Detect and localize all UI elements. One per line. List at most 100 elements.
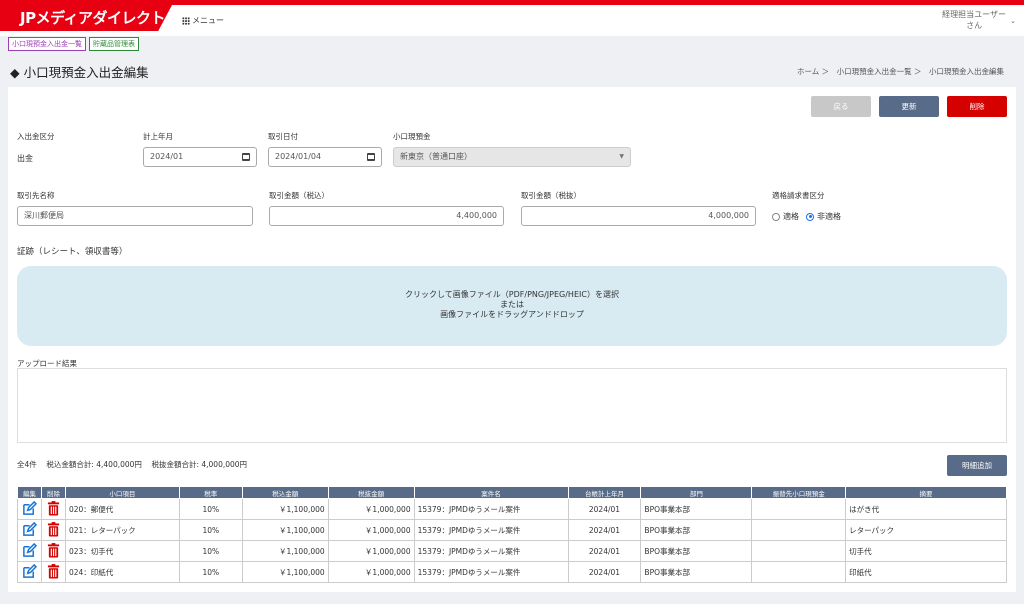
tab-stock-table[interactable]: 貯蔵品管理表 [89, 37, 139, 51]
keijo-label: 計上年月 [143, 132, 173, 141]
cell-transfer [751, 498, 847, 520]
torihikibi-value: 2024/01/04 [275, 152, 322, 161]
update-button[interactable]: 更新 [879, 96, 939, 117]
zeikomi-label: 取引金額（税込） [269, 191, 329, 200]
add-detail-button[interactable]: 明細追加 [947, 455, 1007, 476]
edit-button[interactable] [17, 498, 42, 520]
trash-icon[interactable] [47, 563, 60, 581]
radio-tekikaku-label: 適格 [783, 212, 799, 221]
page-title: ◆ 小口現預金入出金編集 [10, 65, 149, 80]
cell-memo: レターパック [845, 519, 1007, 541]
kubun-label: 入出金区分 [17, 132, 55, 141]
app-logo[interactable]: JPメディアダイレクト [0, 5, 172, 31]
edit-icon[interactable] [22, 500, 38, 518]
cell-rate: 10% [178, 561, 243, 583]
cell-project: 15379：JPMDゆうメール案件 [413, 519, 569, 541]
dropzone-line1: クリックして画像ファイル（PDF/PNG/JPEG/HEIC）を選択 [405, 290, 619, 299]
cell-zeinuki: ￥1,000,000 [327, 498, 415, 520]
user-name: 経理担当ユーザー [942, 10, 1006, 19]
cell-project: 15379：JPMDゆうメール案件 [413, 561, 569, 583]
grid-icon [182, 16, 190, 25]
tab-koguchi-list[interactable]: 小口現預金入出金一覧 [8, 37, 86, 51]
radio-hitekikaku[interactable]: 非適格 [806, 211, 841, 222]
cell-dept: BPO事業本部 [640, 519, 753, 541]
back-button[interactable]: 戻る [811, 96, 871, 117]
calendar-icon[interactable] [367, 153, 375, 161]
edit-button[interactable] [17, 540, 42, 562]
edit-icon[interactable] [22, 521, 38, 539]
koguchi-label: 小口現預金 [393, 132, 431, 141]
header-item: 小口項目 [64, 486, 180, 499]
cell-zeinuki: ￥1,000,000 [327, 519, 415, 541]
edit-icon[interactable] [22, 563, 38, 581]
radio-selected-icon[interactable] [806, 212, 814, 221]
file-dropzone[interactable]: クリックして画像ファイル（PDF/PNG/JPEG/HEIC）を選択 または 画… [17, 266, 1007, 346]
cell-transfer [751, 561, 847, 583]
edit-button[interactable] [17, 519, 42, 541]
keijo-field[interactable]: 2024/01 [143, 147, 257, 167]
radio-icon[interactable] [772, 212, 780, 221]
kubun-value: 出金 [17, 154, 33, 163]
table-header-row: 編集 削除 小口項目 税率 税込金額 税抜金額 案件名 台帳計上年月 部門 振替… [17, 486, 1007, 499]
cell-item: 021：レターパック [64, 519, 180, 541]
zeinuki-input[interactable]: 4,000,000 [521, 206, 756, 226]
cell-memo: 印紙代 [845, 561, 1007, 583]
cell-memo: 切手代 [845, 540, 1007, 562]
delete-row-button[interactable] [40, 561, 66, 583]
koguchi-select[interactable]: 新東京（普通口座） ▼ [393, 147, 631, 167]
header-zeikomi: 税込金額 [241, 486, 329, 499]
saki-input[interactable]: 深川郵便局 [17, 206, 253, 226]
cell-item: 024：印紙代 [64, 561, 180, 583]
chevron-down-icon: ▼ [619, 153, 624, 160]
cell-zeinuki: ￥1,000,000 [327, 540, 415, 562]
trash-icon[interactable] [47, 542, 60, 560]
edit-icon[interactable] [22, 542, 38, 560]
chevron-down-icon: ⌄ [1010, 17, 1016, 25]
cell-zeinuki: ￥1,000,000 [327, 561, 415, 583]
cell-zeikomi: ￥1,100,000 [241, 561, 329, 583]
evidence-title: 証跡（レシート、領収書等） [17, 247, 128, 257]
quick-tabs: 小口現預金入出金一覧 貯蔵品管理表 [8, 37, 139, 51]
delete-row-button[interactable] [40, 498, 66, 520]
summary-text: 全4件 税込金額合計: 4,400,000円 税抜金額合計: 4,000,000… [17, 459, 247, 470]
cell-zeikomi: ￥1,100,000 [241, 519, 329, 541]
calendar-icon[interactable] [242, 153, 250, 161]
header-memo: 摘要 [845, 486, 1007, 499]
user-suffix: さん [966, 21, 983, 30]
header-zeinuki: 税抜金額 [327, 486, 415, 499]
saki-label: 取引先名称 [17, 191, 55, 200]
menu-button[interactable]: メニュー [182, 15, 224, 26]
upload-result-box [17, 368, 1007, 443]
cell-zeikomi: ￥1,100,000 [241, 540, 329, 562]
detail-table: 編集 削除 小口項目 税率 税込金額 税抜金額 案件名 台帳計上年月 部門 振替… [17, 486, 1007, 583]
table-row: 020：郵便代 10% ￥1,100,000 ￥1,000,000 15379：JPMD… [17, 498, 1007, 520]
cell-dept: BPO事業本部 [640, 540, 753, 562]
dropzone-line2: または [500, 300, 524, 309]
trash-icon[interactable] [47, 521, 60, 539]
cell-dept: BPO事業本部 [640, 498, 753, 520]
cell-zeikomi: ￥1,100,000 [241, 498, 329, 520]
tekikaku-label: 適格請求書区分 [772, 191, 825, 200]
radio-hitekikaku-label: 非適格 [817, 212, 841, 221]
zeikomi-input[interactable]: 4,400,000 [269, 206, 504, 226]
cell-dept: BPO事業本部 [640, 561, 753, 583]
zeinuki-label: 取引金額（税抜） [521, 191, 581, 200]
dropzone-line3: 画像ファイルをドラッグアンドドロップ [440, 310, 584, 319]
cell-rate: 10% [178, 498, 243, 520]
user-menu[interactable]: 経理担当ユーザー さん ⌄ [942, 9, 1016, 31]
breadcrumb[interactable]: ホーム ＞ 小口現預金入出金一覧 ＞ 小口現預金入出金編集 [797, 66, 1004, 77]
trash-icon[interactable] [47, 500, 60, 518]
delete-row-button[interactable] [40, 519, 66, 541]
radio-tekikaku[interactable]: 適格 [772, 211, 799, 222]
delete-row-button[interactable] [40, 540, 66, 562]
torihikibi-field[interactable]: 2024/01/04 [268, 147, 382, 167]
zeinuki-total: 税抜金額合計: 4,000,000円 [151, 460, 248, 469]
menu-label: メニュー [192, 16, 224, 25]
edit-button[interactable] [17, 561, 42, 583]
header-transfer: 振替先小口現預金 [751, 486, 847, 499]
header-edit: 編集 [17, 486, 42, 499]
delete-button[interactable]: 削除 [947, 96, 1007, 117]
keijo-value: 2024/01 [150, 152, 184, 161]
header-dept: 部門 [640, 486, 753, 499]
cell-month: 2024/01 [567, 498, 642, 520]
